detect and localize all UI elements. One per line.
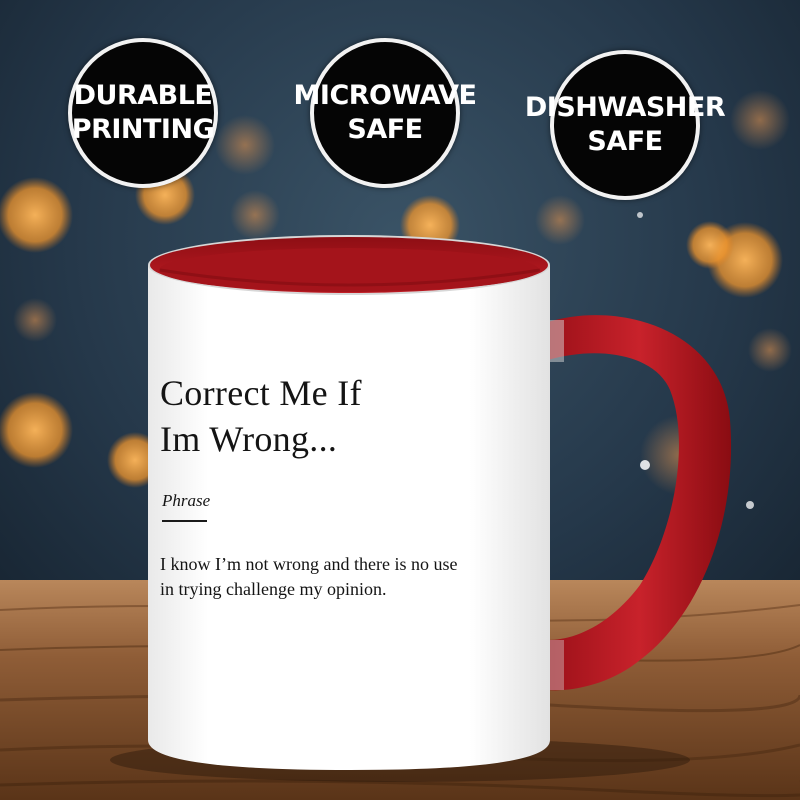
mug-description: I know I’m not wrong and there is no use…	[160, 552, 540, 602]
badge-line-2: SAFE	[587, 126, 663, 157]
badge-line-1: DURABLE	[73, 80, 213, 111]
badge-line-1: MICROWAVE	[293, 80, 477, 111]
description-line-1: I know I’m not wrong and there is no use	[160, 554, 458, 574]
badge-line-2: PRINTING	[71, 114, 215, 145]
mug-title-line-1: Correct Me If	[160, 373, 362, 413]
mug-title-line-2: Im Wrong...	[160, 419, 338, 459]
durable-printing-badge: DURABLE PRINTING	[68, 38, 218, 188]
mug-title: Correct Me If Im Wrong...	[160, 370, 362, 462]
badge-line-1: DISHWASHER	[524, 92, 726, 123]
phrase-label: Phrase	[162, 491, 211, 510]
badge-line-2: SAFE	[347, 114, 423, 145]
description-line-2: in trying challenge my opinion.	[160, 579, 387, 599]
phrase-underline	[162, 520, 207, 522]
dishwasher-safe-badge: DISHWASHER SAFE	[525, 50, 726, 200]
microwave-safe-badge: MICROWAVE SAFE	[294, 38, 477, 188]
